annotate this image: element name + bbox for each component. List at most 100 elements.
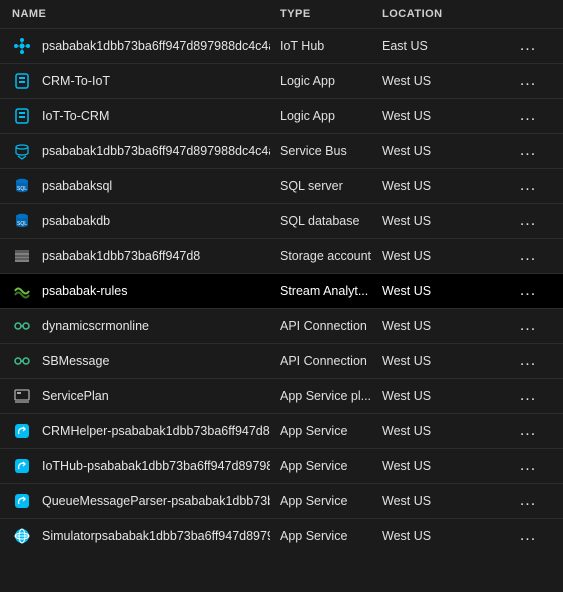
iot-hub-icon — [12, 36, 32, 56]
cell-location: West US — [382, 319, 482, 333]
cell-type: Logic App — [280, 109, 382, 123]
api-connection-icon — [12, 316, 32, 336]
more-actions-button[interactable]: ... — [514, 456, 542, 476]
logic-app-icon — [12, 71, 32, 91]
cell-name: SBMessage — [12, 351, 280, 371]
more-actions-button[interactable]: ... — [514, 281, 542, 301]
cell-actions: ... — [482, 141, 542, 161]
resource-name[interactable]: psababak1dbb73ba6ff947d897988dc4c4a — [42, 144, 270, 158]
cell-actions: ... — [482, 456, 542, 476]
more-actions-button[interactable]: ... — [514, 176, 542, 196]
cell-type: IoT Hub — [280, 39, 382, 53]
cell-type: Logic App — [280, 74, 382, 88]
service-bus-icon — [12, 141, 32, 161]
more-actions-button[interactable]: ... — [514, 316, 542, 336]
cell-type: API Connection — [280, 354, 382, 368]
cell-actions: ... — [482, 421, 542, 441]
cell-name: dynamicscrmonline — [12, 316, 280, 336]
resource-name[interactable]: psababaksql — [42, 179, 112, 193]
resource-name[interactable]: IoT-To-CRM — [42, 109, 109, 123]
cell-name: psababak1dbb73ba6ff947d897988dc4c4a — [12, 141, 280, 161]
resource-name[interactable]: Simulatorpsababak1dbb73ba6ff947d8979 — [42, 529, 270, 543]
cell-type: Storage account — [280, 249, 382, 263]
resource-name[interactable]: dynamicscrmonline — [42, 319, 149, 333]
header-name[interactable]: NAME — [12, 8, 280, 20]
cell-type: Stream Analyt... — [280, 284, 382, 298]
table-row[interactable]: CRM-To-IoTLogic AppWest US... — [0, 63, 563, 98]
cell-actions: ... — [482, 211, 542, 231]
more-actions-button[interactable]: ... — [514, 141, 542, 161]
more-actions-button[interactable]: ... — [514, 71, 542, 91]
resource-name[interactable]: SBMessage — [42, 354, 109, 368]
more-actions-button[interactable]: ... — [514, 106, 542, 126]
cell-name: CRM-To-IoT — [12, 71, 280, 91]
cell-location: West US — [382, 214, 482, 228]
cell-location: West US — [382, 249, 482, 263]
cell-actions: ... — [482, 71, 542, 91]
more-actions-button[interactable]: ... — [514, 211, 542, 231]
resource-name[interactable]: IoTHub-psababak1dbb73ba6ff947d89798 — [42, 459, 270, 473]
cell-location: West US — [382, 494, 482, 508]
table-row[interactable]: SQLpsababakdbSQL databaseWest US... — [0, 203, 563, 238]
resource-name[interactable]: psababakdb — [42, 214, 110, 228]
app-service-icon — [12, 456, 32, 476]
table-row[interactable]: psababak1dbb73ba6ff947d897988dc4c4a IoT H… — [0, 28, 563, 63]
header-type[interactable]: TYPE — [280, 8, 382, 20]
table-row[interactable]: psababak1dbb73ba6ff947d897988dc4c4aServi… — [0, 133, 563, 168]
resource-table: NAME TYPE LOCATION psababak1dbb73ba6ff94… — [0, 0, 563, 553]
resource-name[interactable]: CRMHelper-psababak1dbb73ba6ff947d89 — [42, 424, 270, 438]
resource-name[interactable]: QueueMessageParser-psababak1dbb73ba — [42, 494, 270, 508]
table-row[interactable]: SQLpsababaksqlSQL serverWest US... — [0, 168, 563, 203]
table-row[interactable]: dynamicscrmonline API ConnectionWest US..… — [0, 308, 563, 343]
sql-database-icon: SQL — [12, 211, 32, 231]
resource-name[interactable]: psababak1dbb73ba6ff947d8 — [42, 249, 200, 263]
stream-analytics-icon — [12, 281, 32, 301]
cell-actions: ... — [482, 386, 542, 406]
cell-name: QueueMessageParser-psababak1dbb73ba — [12, 491, 280, 511]
cell-type: API Connection — [280, 319, 382, 333]
cell-name: SQL psababakdb — [12, 211, 280, 231]
more-actions-button[interactable]: ... — [514, 526, 542, 546]
table-row[interactable]: SBMessageAPI ConnectionWest US... — [0, 343, 563, 378]
resource-name[interactable]: psababak-rules — [42, 284, 127, 298]
cell-location: West US — [382, 389, 482, 403]
cell-actions: ... — [482, 281, 542, 301]
more-actions-button[interactable]: ... — [514, 421, 542, 441]
cell-name: ServicePlan — [12, 386, 280, 406]
cell-location: West US — [382, 424, 482, 438]
more-actions-button[interactable]: ... — [514, 491, 542, 511]
table-row[interactable]: psababak-rulesStream Analyt...West US... — [0, 273, 563, 308]
cell-actions: ... — [482, 491, 542, 511]
cell-actions: ... — [482, 316, 542, 336]
cell-type: App Service — [280, 494, 382, 508]
header-location[interactable]: LOCATION — [382, 8, 482, 20]
cell-actions: ... — [482, 176, 542, 196]
resource-name[interactable]: CRM-To-IoT — [42, 74, 110, 88]
table-row[interactable]: QueueMessageParser-psababak1dbb73ba App S… — [0, 483, 563, 518]
table-row[interactable]: IoTHub-psababak1dbb73ba6ff947d89798 App S… — [0, 448, 563, 483]
storage-account-icon — [12, 246, 32, 266]
cell-type: App Service — [280, 424, 382, 438]
table-row[interactable]: CRMHelper-psababak1dbb73ba6ff947d89 App S… — [0, 413, 563, 448]
cell-name: psababak-rules — [12, 281, 280, 301]
resource-name[interactable]: ServicePlan — [42, 389, 109, 403]
cell-actions: ... — [482, 526, 542, 546]
more-actions-button[interactable]: ... — [514, 36, 542, 56]
cell-type: App Service — [280, 529, 382, 543]
cell-type: SQL server — [280, 179, 382, 193]
table-row[interactable]: IoT-To-CRM Logic AppWest US... — [0, 98, 563, 133]
cell-name: psababak1dbb73ba6ff947d8 — [12, 246, 280, 266]
cell-location: East US — [382, 39, 482, 53]
cell-name: psababak1dbb73ba6ff947d897988dc4c4a — [12, 36, 280, 56]
more-actions-button[interactable]: ... — [514, 246, 542, 266]
more-actions-button[interactable]: ... — [514, 351, 542, 371]
table-row[interactable]: ServicePlanApp Service pl...West US... — [0, 378, 563, 413]
svg-text:SQL: SQL — [17, 221, 27, 227]
cell-name: Simulatorpsababak1dbb73ba6ff947d8979 — [12, 526, 280, 546]
cell-location: West US — [382, 109, 482, 123]
cell-type: App Service — [280, 459, 382, 473]
table-row[interactable]: psababak1dbb73ba6ff947d8 Storage accountW… — [0, 238, 563, 273]
resource-name[interactable]: psababak1dbb73ba6ff947d897988dc4c4a — [42, 39, 270, 53]
more-actions-button[interactable]: ... — [514, 386, 542, 406]
table-row[interactable]: Simulatorpsababak1dbb73ba6ff947d8979 App … — [0, 518, 563, 553]
